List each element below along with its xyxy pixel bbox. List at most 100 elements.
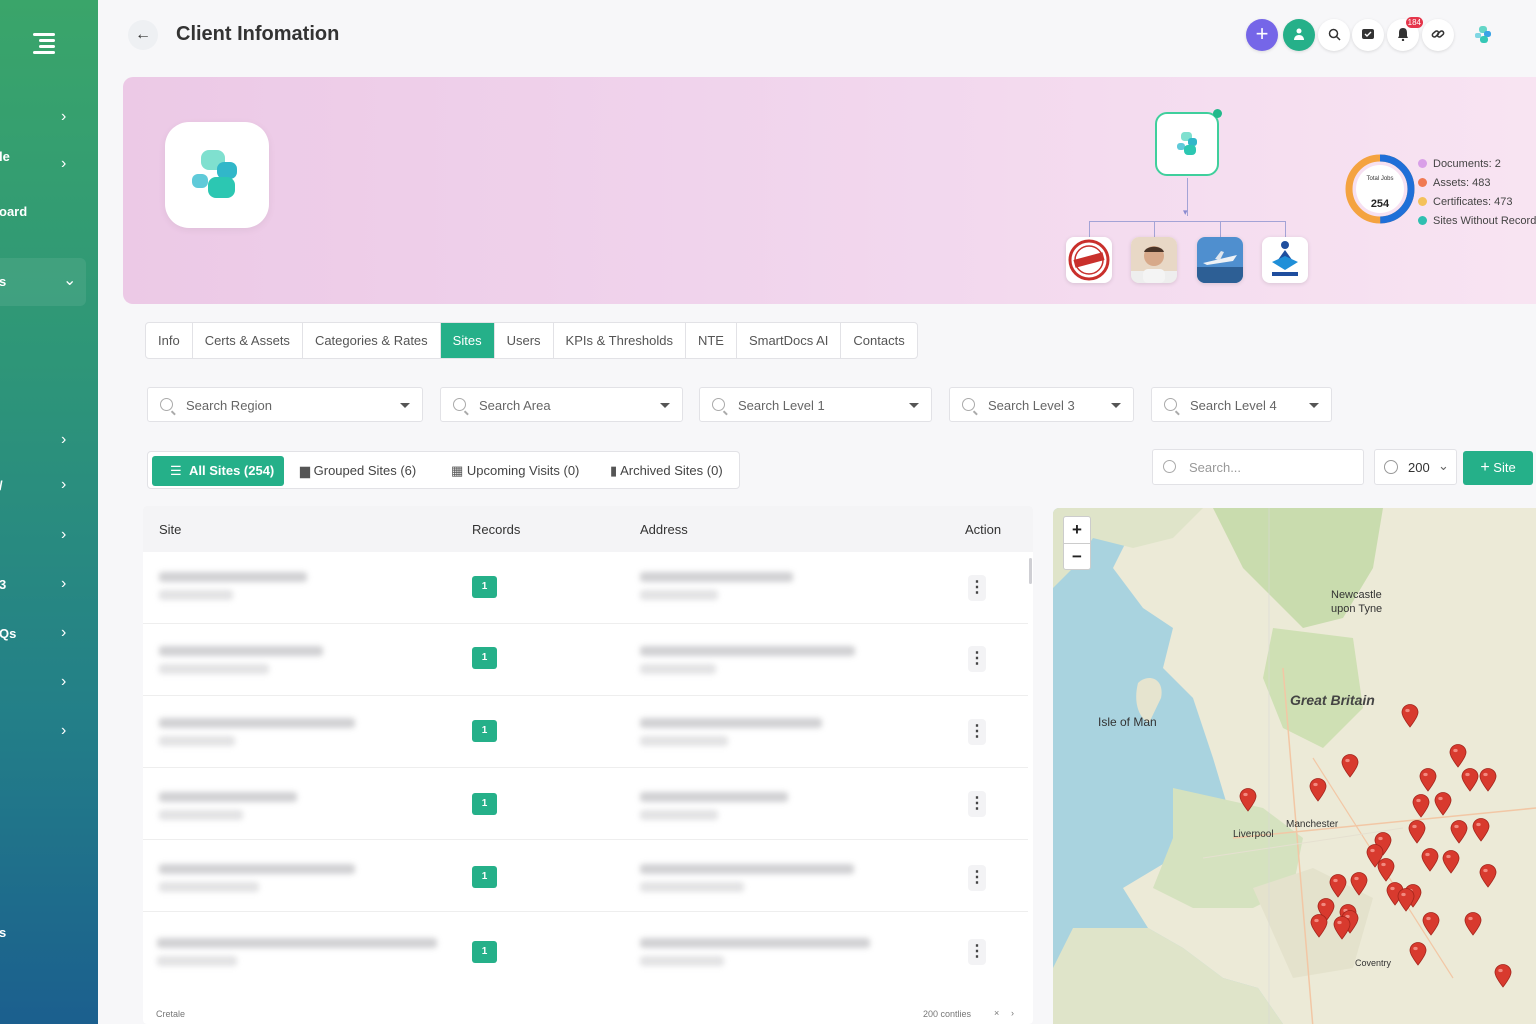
users-button[interactable]: [1283, 19, 1315, 51]
more-options-icon[interactable]: ⋮: [968, 575, 986, 601]
sites-map[interactable]: Newcastle upon Tyne Great Britain Isle o…: [1053, 508, 1536, 1024]
tab-certs-assets[interactable]: Certs & Assets: [193, 323, 303, 358]
search-icon[interactable]: [1318, 19, 1350, 51]
tab-info[interactable]: Info: [146, 323, 193, 358]
column-site[interactable]: Site: [159, 522, 181, 537]
table-row[interactable]: 1 ⋮: [143, 912, 1028, 984]
map-pin-icon[interactable]: [1421, 848, 1439, 872]
map-pin-icon[interactable]: [1401, 704, 1419, 728]
tab-upcoming-visits[interactable]: ▦ Upcoming Visits (0): [441, 456, 589, 486]
sidebar-item[interactable]: ›: [0, 425, 98, 455]
sidebar-item-active[interactable]: s ⌄: [0, 258, 86, 306]
child-site-avatar[interactable]: [1131, 237, 1177, 283]
tab-categories-rates[interactable]: Categories & Rates: [303, 323, 441, 358]
tab-all-sites[interactable]: ☰ All Sites (254): [152, 456, 285, 486]
more-options-icon[interactable]: ⋮: [968, 939, 986, 965]
map-pin-icon[interactable]: [1422, 912, 1440, 936]
map-pin-icon[interactable]: [1464, 912, 1482, 936]
org-parent-node[interactable]: [1155, 109, 1222, 176]
per-page-select[interactable]: 200 ⌄: [1374, 449, 1457, 485]
tab-sites[interactable]: Sites: [440, 323, 495, 358]
sidebar-item[interactable]: le ›: [0, 149, 98, 179]
sidebar-item[interactable]: ›: [0, 102, 98, 132]
sidebar-item[interactable]: 3 ›: [0, 569, 98, 599]
level4-filter[interactable]: Search Level 4: [1151, 387, 1332, 422]
records-badge[interactable]: 1: [472, 720, 497, 742]
close-icon[interactable]: ×: [994, 1008, 999, 1018]
chevron-right-icon[interactable]: ›: [1011, 1008, 1014, 1018]
sidebar-item[interactable]: ›: [0, 520, 98, 550]
table-row[interactable]: 1 ⋮: [143, 624, 1028, 696]
map-pin-icon[interactable]: [1341, 754, 1359, 778]
tab-contacts[interactable]: Contacts: [841, 323, 916, 358]
map-pin-icon[interactable]: [1408, 820, 1426, 844]
map-pin-icon[interactable]: [1350, 872, 1368, 896]
link-icon[interactable]: [1422, 19, 1454, 51]
zoom-out-button[interactable]: −: [1064, 544, 1090, 571]
column-records[interactable]: Records: [472, 522, 520, 537]
table-row[interactable]: 1 ⋮: [143, 768, 1028, 840]
map-pin-icon[interactable]: [1333, 916, 1351, 940]
child-site-image[interactable]: [1197, 237, 1243, 283]
column-address[interactable]: Address: [640, 522, 688, 537]
records-badge[interactable]: 1: [472, 793, 497, 815]
area-filter[interactable]: Search Area: [440, 387, 683, 422]
map-pin-icon[interactable]: [1419, 768, 1437, 792]
scrollbar[interactable]: [1029, 558, 1032, 584]
map-pin-icon[interactable]: [1461, 768, 1479, 792]
map-pin-icon[interactable]: [1442, 850, 1460, 874]
inbox-icon[interactable]: [1352, 19, 1384, 51]
child-site-logo[interactable]: [1262, 237, 1308, 283]
records-badge[interactable]: 1: [472, 941, 497, 963]
tab-users[interactable]: Users: [495, 323, 554, 358]
table-row[interactable]: 1 ⋮: [143, 552, 1028, 624]
map-pin-icon[interactable]: [1479, 864, 1497, 888]
records-badge[interactable]: 1: [472, 576, 497, 598]
map-pin-icon[interactable]: [1434, 792, 1452, 816]
table-search-input[interactable]: Search...: [1152, 449, 1364, 485]
zoom-in-button[interactable]: +: [1064, 517, 1090, 544]
caret-down-icon: [660, 403, 670, 408]
tab-grouped-sites[interactable]: ▆ Grouped Sites (6): [290, 456, 426, 486]
map-pin-icon[interactable]: [1310, 914, 1328, 938]
records-badge[interactable]: 1: [472, 866, 497, 888]
map-pin-icon[interactable]: [1329, 874, 1347, 898]
records-badge[interactable]: 1: [472, 647, 497, 669]
more-options-icon[interactable]: ⋮: [968, 646, 986, 672]
map-pin-icon[interactable]: [1397, 888, 1415, 912]
sidebar-item[interactable]: ›: [0, 716, 98, 746]
table-row[interactable]: 1 ⋮: [143, 840, 1028, 912]
map-pin-icon[interactable]: [1239, 788, 1257, 812]
level1-filter[interactable]: Search Level 1: [699, 387, 932, 422]
back-arrow-icon[interactable]: ←: [128, 20, 158, 50]
level3-filter[interactable]: Search Level 3: [949, 387, 1134, 422]
map-pin-icon[interactable]: [1409, 942, 1427, 966]
region-filter[interactable]: Search Region: [147, 387, 423, 422]
more-options-icon[interactable]: ⋮: [968, 719, 986, 745]
tab-nte[interactable]: NTE: [686, 323, 737, 358]
map-pin-icon[interactable]: [1377, 858, 1395, 882]
sidebar-item[interactable]: s: [0, 917, 98, 947]
notification-bell-icon[interactable]: 184: [1387, 17, 1423, 51]
map-pin-icon[interactable]: [1494, 964, 1512, 988]
map-pin-icon[interactable]: [1309, 778, 1327, 802]
sidebar-item[interactable]: ›: [0, 667, 98, 697]
child-site-logo[interactable]: [1066, 237, 1112, 283]
map-pin-icon[interactable]: [1449, 744, 1467, 768]
more-options-icon[interactable]: ⋮: [968, 865, 986, 891]
add-site-button[interactable]: + Site: [1463, 451, 1533, 485]
map-pin-icon[interactable]: [1450, 820, 1468, 844]
sidebar-item-faqs[interactable]: Qs ›: [0, 618, 98, 648]
map-pin-icon[interactable]: [1479, 768, 1497, 792]
map-pin-icon[interactable]: [1412, 794, 1430, 818]
tab-smartdocs-ai[interactable]: SmartDocs AI: [737, 323, 842, 358]
map-pin-icon[interactable]: [1472, 818, 1490, 842]
add-button[interactable]: +: [1246, 19, 1278, 51]
sidebar-item-dashboard[interactable]: oard: [0, 196, 98, 226]
tab-archived-sites[interactable]: ▮ Archived Sites (0): [600, 456, 733, 486]
table-row[interactable]: 1 ⋮: [143, 696, 1028, 768]
more-options-icon[interactable]: ⋮: [968, 791, 986, 817]
sidebar-item[interactable]: /›: [0, 470, 98, 500]
tab-kpis-thresholds[interactable]: KPIs & Thresholds: [554, 323, 686, 358]
menu-toggle-icon[interactable]: [33, 31, 57, 55]
